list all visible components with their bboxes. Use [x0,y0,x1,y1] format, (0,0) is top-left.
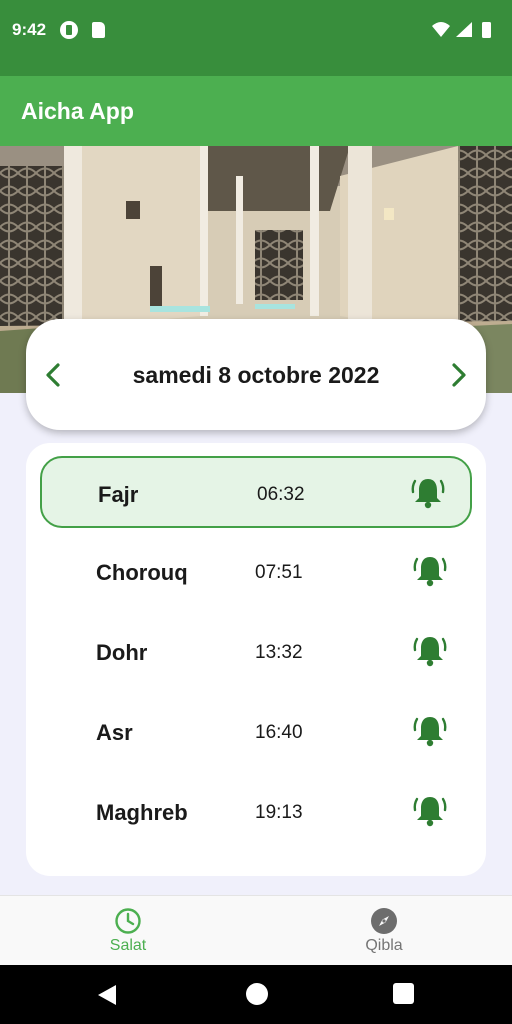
wifi-icon [432,22,450,37]
alarm-bell-icon[interactable] [412,553,448,589]
signal-icon [456,22,472,37]
prayer-time: 19:13 [255,802,303,823]
prayer-times-list: Fajr 06:32 Chorouq 07:51 Dohr 13:32 Asr … [26,443,486,876]
system-navigation-bar [0,965,512,1024]
home-icon[interactable] [246,983,268,1005]
bottom-navigation: Salat Qibla [0,895,512,965]
sd-card-icon [92,22,105,38]
prayer-row-asr[interactable]: Asr 16:40 [40,696,472,768]
prayer-time: 07:51 [255,562,303,583]
battery-icon [482,22,491,38]
prayer-row-dohr[interactable]: Dohr 13:32 [40,616,472,688]
notification-app-icon [60,21,78,39]
prayer-row-chorouq[interactable]: Chorouq 07:51 [40,536,472,608]
chevron-left-icon[interactable] [34,355,74,395]
app-title: Aicha App [21,98,134,124]
prayer-row-maghreb[interactable]: Maghreb 19:13 [40,776,472,848]
date-selector: samedi 8 octobre 2022 [26,319,486,430]
prayer-time: 13:32 [255,642,303,663]
nav-label-salat: Salat [109,937,147,954]
prayer-name: Dohr [96,640,148,665]
status-bar: 9:42 [0,0,512,76]
current-date: samedi 8 octobre 2022 [132,362,380,388]
back-icon[interactable] [94,982,120,1008]
recent-apps-icon[interactable] [393,983,414,1004]
nav-tab-salat[interactable]: Salat [0,896,256,966]
status-time: 9:42 [12,20,47,39]
prayer-name: Chorouq [96,560,188,585]
prayer-name: Asr [96,720,133,745]
alarm-bell-icon[interactable] [412,713,448,749]
clock-icon [115,908,141,934]
alarm-bell-icon[interactable] [412,633,448,669]
prayer-time: 16:40 [255,722,303,743]
chevron-right-icon[interactable] [438,355,478,395]
prayer-name: Maghreb [96,800,188,825]
prayer-name: Fajr [98,482,139,507]
alarm-bell-icon[interactable] [412,793,448,829]
prayer-row-fajr[interactable]: Fajr 06:32 [40,456,472,528]
alarm-bell-icon[interactable] [410,475,446,511]
nav-tab-qibla[interactable]: Qibla [256,896,512,966]
nav-label-qibla: Qibla [365,937,403,954]
prayer-time: 06:32 [257,484,305,505]
compass-icon [371,908,397,934]
app-bar: Aicha App [0,76,512,146]
status-indicators [432,22,491,38]
